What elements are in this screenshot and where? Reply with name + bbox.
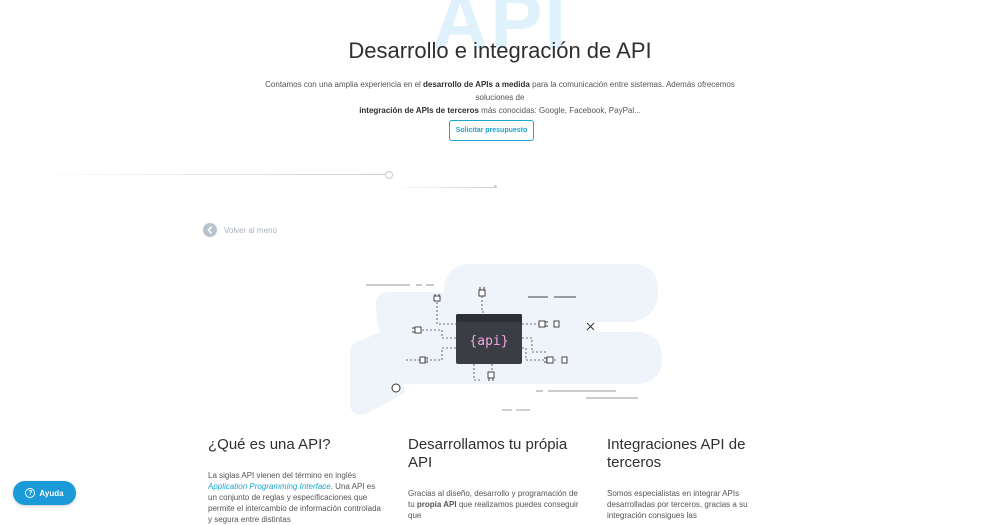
section-text: La siglas API vienen del término en ingl… (208, 471, 381, 524)
close-icon (586, 322, 595, 331)
decorative-dot (385, 171, 393, 179)
back-to-menu-link[interactable]: Volver al menú (203, 223, 277, 237)
api-screen: {api} (456, 314, 522, 364)
page-title: Desarrollo e integración de API (348, 38, 652, 63)
back-label: Volver al menú (224, 225, 277, 235)
help-label: Ayuda (39, 488, 64, 498)
api-illustration: {api} (350, 264, 662, 415)
screen-text: {api} (469, 334, 508, 349)
section-text: Gracias al diseño, desarrollo y programa… (408, 489, 579, 520)
section-title: Integraciones API de terceros (607, 436, 746, 471)
question-icon: ? (25, 488, 36, 498)
request-quote-button[interactable]: Solicitar presupuesto (449, 120, 534, 141)
decorative-line (30, 174, 388, 175)
section-third-party-api: Integraciones API de terceros Somos espe… (607, 436, 782, 521)
hero-description: Contamos con una amplia experiencia en e… (265, 80, 735, 115)
section-develop-api: Desarrollamos tu própia API Gracias al d… (408, 436, 583, 521)
api-term-link[interactable]: Application Programming Interface (208, 482, 331, 491)
section-text: Somos especialistas en integrar APIs des… (607, 489, 748, 520)
section-title: ¿Qué es una API? (208, 436, 331, 453)
decorative-dot (494, 185, 497, 188)
help-button[interactable]: ? Ayuda (13, 481, 76, 505)
chevron-left-icon (203, 223, 217, 237)
decorative-circle (391, 383, 401, 393)
section-title: Desarrollamos tu própia API (408, 436, 568, 471)
decorative-line (395, 187, 495, 188)
